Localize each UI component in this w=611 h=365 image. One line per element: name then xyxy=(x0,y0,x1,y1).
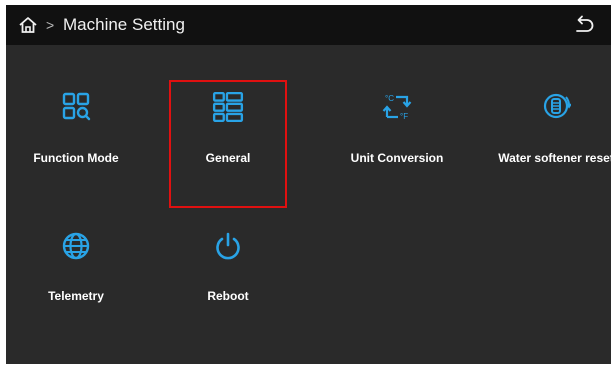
tile-label: Reboot xyxy=(207,289,249,303)
page-title: Machine Setting xyxy=(63,15,185,34)
function-mode-icon xyxy=(62,92,91,121)
tile-reboot[interactable]: Reboot xyxy=(168,195,288,305)
tile-function-mode[interactable]: Function Mode xyxy=(16,55,136,165)
tile-label: Function Mode xyxy=(33,151,119,165)
home-icon[interactable] xyxy=(18,15,38,35)
power-icon xyxy=(216,232,240,260)
water-softener-icon xyxy=(543,93,571,119)
tile-label: Telemetry xyxy=(48,289,104,303)
unit-conversion-icon: °C °F xyxy=(382,94,412,121)
tile-water-softener-reset[interactable]: Water softener reset xyxy=(496,55,611,165)
screen: > Machine Setting Function Mode General xyxy=(6,5,611,364)
top-bar: > Machine Setting xyxy=(6,5,611,45)
tile-label: Water softener reset xyxy=(498,151,611,165)
tile-unit-conversion[interactable]: °C °F Unit Conversion xyxy=(337,55,457,165)
svg-text:°F: °F xyxy=(400,112,408,121)
svg-text:°C: °C xyxy=(385,94,394,103)
selection-highlight xyxy=(169,80,287,208)
globe-icon xyxy=(62,232,90,260)
tile-label: Unit Conversion xyxy=(350,151,444,165)
breadcrumb-separator: > xyxy=(46,17,55,33)
back-icon[interactable] xyxy=(572,15,596,37)
tile-telemetry[interactable]: Telemetry xyxy=(16,195,136,305)
